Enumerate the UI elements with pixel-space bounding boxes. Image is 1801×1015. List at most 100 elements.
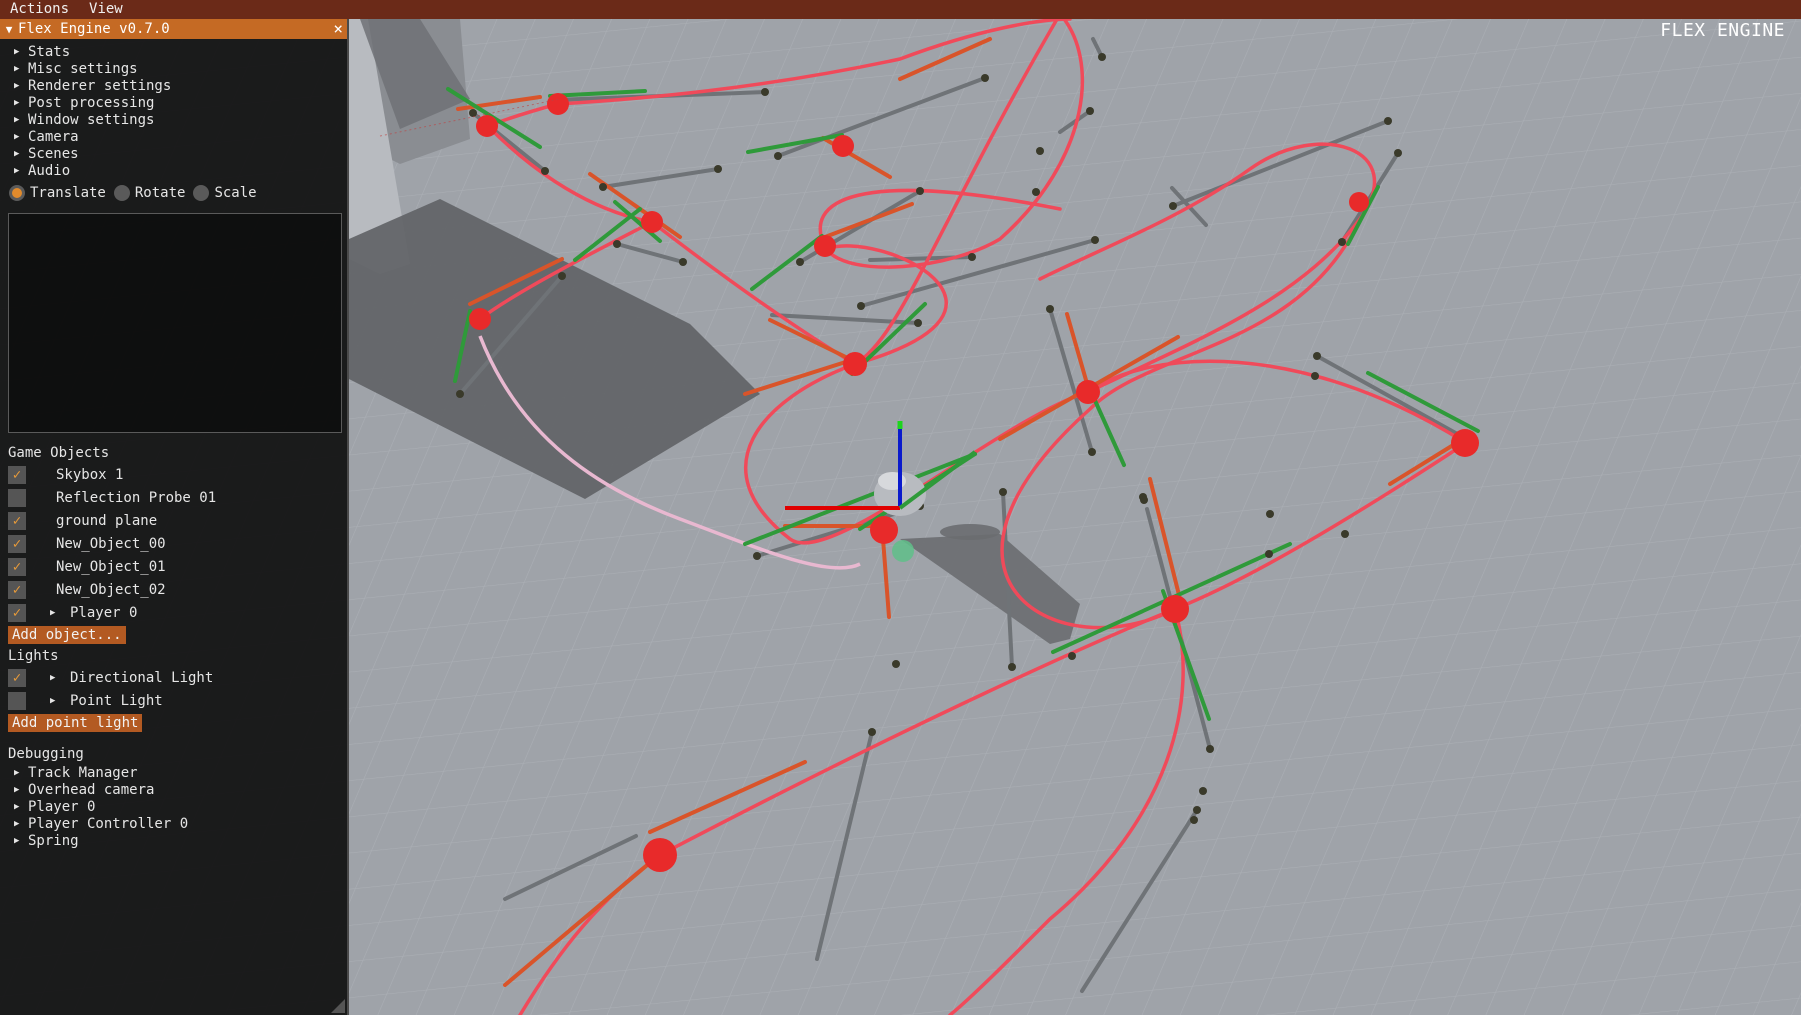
expand-arrow-icon: ▶ bbox=[14, 784, 20, 795]
radio-translate[interactable]: Translate bbox=[9, 185, 106, 201]
object-name[interactable]: New_Object_00 bbox=[56, 536, 166, 552]
section-misc-settings[interactable]: ▶ Misc settings bbox=[14, 60, 347, 77]
close-icon[interactable]: × bbox=[333, 19, 343, 39]
section-window-settings[interactable]: ▶ Window settings bbox=[14, 111, 347, 128]
panel-title: Flex Engine v0.7.0 bbox=[18, 21, 170, 37]
player-indicator bbox=[892, 540, 914, 562]
checkbox-unchecked[interactable] bbox=[8, 488, 26, 507]
panel-title-bar[interactable]: ▼ Flex Engine v0.7.0 × bbox=[0, 19, 347, 39]
section-label: Misc settings bbox=[28, 60, 138, 77]
expand-arrow-icon: ▶ bbox=[14, 165, 20, 176]
section-label: Camera bbox=[28, 128, 79, 145]
expand-arrow-icon: ▶ bbox=[14, 767, 20, 778]
engine-label: FLEX ENGINE bbox=[1660, 20, 1785, 41]
checkbox-checked[interactable]: ✓ bbox=[8, 580, 26, 599]
expand-arrow-icon: ▶ bbox=[14, 63, 20, 74]
expand-arrow-icon: ▶ bbox=[14, 97, 20, 108]
radio-selected-icon bbox=[9, 185, 25, 201]
game-objects-list: ✓ Skybox 1 Reflection Probe 01 ✓ ground pl… bbox=[0, 463, 347, 624]
checkbox-checked[interactable]: ✓ bbox=[8, 465, 26, 484]
debug-track-manager[interactable]: ▶ Track Manager bbox=[14, 764, 347, 781]
menu-view[interactable]: View bbox=[79, 0, 133, 19]
lights-list: ✓ ▶ Directional Light ▶ Point Light bbox=[0, 666, 347, 712]
debug-player-controller-0[interactable]: ▶ Player Controller 0 bbox=[14, 815, 347, 832]
expand-arrow-icon: ▶ bbox=[14, 148, 20, 159]
section-camera[interactable]: ▶ Camera bbox=[14, 128, 347, 145]
list-item: ✓ Skybox 1 bbox=[0, 463, 347, 486]
list-item: ✓ New_Object_00 bbox=[0, 532, 347, 555]
radio-unselected-icon bbox=[113, 185, 130, 201]
list-item: ✓ ground plane bbox=[0, 509, 347, 532]
checkbox-checked[interactable]: ✓ bbox=[8, 668, 26, 687]
section-post-processing[interactable]: ▶ Post processing bbox=[14, 94, 347, 111]
checkbox-unchecked[interactable] bbox=[8, 691, 26, 710]
debugging-title: Debugging bbox=[8, 746, 84, 762]
list-item: ✓ New_Object_02 bbox=[0, 578, 347, 601]
section-label: Scenes bbox=[28, 145, 79, 162]
light-name[interactable]: Point Light bbox=[70, 693, 163, 709]
radio-label: Rotate bbox=[134, 185, 186, 201]
expand-arrow-icon: ▶ bbox=[14, 835, 20, 846]
expand-arrow-icon: ▶ bbox=[14, 114, 20, 125]
debug-overhead-camera[interactable]: ▶ Overhead camera bbox=[14, 781, 347, 798]
object-name[interactable]: Reflection Probe 01 bbox=[56, 490, 216, 506]
section-label: Stats bbox=[28, 43, 71, 60]
list-item: ▶ Point Light bbox=[0, 689, 347, 712]
game-objects-title: Game Objects bbox=[8, 445, 110, 461]
expand-arrow-icon: ▶ bbox=[14, 46, 20, 57]
object-name[interactable]: New_Object_02 bbox=[56, 582, 166, 598]
section-label: Window settings bbox=[28, 111, 155, 128]
checkbox-checked[interactable]: ✓ bbox=[8, 534, 26, 553]
debug-label: Player 0 bbox=[28, 798, 96, 815]
debug-label: Overhead camera bbox=[28, 781, 155, 798]
editor-panel: ▼ Flex Engine v0.7.0 × ▶ Stats ▶ Misc sett… bbox=[0, 19, 349, 1015]
expand-arrow-icon: ▶ bbox=[14, 131, 20, 142]
preview-area bbox=[8, 213, 342, 433]
section-audio[interactable]: ▶ Audio bbox=[14, 162, 347, 179]
debug-player-0[interactable]: ▶ Player 0 bbox=[14, 798, 347, 815]
radio-label: Scale bbox=[214, 185, 257, 201]
list-item: ✓ ▶ Directional Light bbox=[0, 666, 347, 689]
menu-bar: Actions View bbox=[0, 0, 1801, 19]
lights-title: Lights bbox=[8, 648, 59, 664]
list-item: ✓ ▶ Player 0 bbox=[0, 601, 347, 624]
debugging-tree: ▶ Track Manager ▶ Overhead camera ▶ Player … bbox=[0, 764, 347, 849]
settings-tree: ▶ Stats ▶ Misc settings ▶ Renderer settings… bbox=[0, 43, 347, 179]
expand-arrow-icon: ▶ bbox=[14, 818, 20, 829]
light-name[interactable]: Directional Light bbox=[70, 670, 213, 686]
section-renderer-settings[interactable]: ▶ Renderer settings bbox=[14, 77, 347, 94]
object-name[interactable]: ground plane bbox=[56, 513, 157, 529]
radio-scale[interactable]: Scale bbox=[193, 185, 257, 201]
resize-grip-icon[interactable] bbox=[331, 999, 345, 1013]
object-name[interactable]: New_Object_01 bbox=[56, 559, 166, 575]
expand-arrow-icon: ▶ bbox=[14, 80, 20, 91]
object-name[interactable]: Player 0 bbox=[70, 605, 137, 621]
transform-mode-group: Translate Rotate Scale bbox=[0, 181, 347, 205]
section-label: Renderer settings bbox=[28, 77, 172, 94]
radio-rotate[interactable]: Rotate bbox=[113, 185, 186, 201]
object-name[interactable]: Skybox 1 bbox=[56, 467, 123, 483]
debug-label: Player Controller 0 bbox=[28, 815, 189, 832]
expand-arrow-icon: ▶ bbox=[14, 801, 20, 812]
add-point-light-button[interactable]: Add point light bbox=[8, 714, 143, 732]
expand-arrow-icon[interactable]: ▶ bbox=[50, 696, 64, 706]
expand-arrow-icon[interactable]: ▶ bbox=[50, 608, 64, 618]
section-scenes[interactable]: ▶ Scenes bbox=[14, 145, 347, 162]
section-label: Audio bbox=[28, 162, 71, 179]
section-label: Post processing bbox=[28, 94, 155, 111]
checkbox-checked[interactable]: ✓ bbox=[8, 557, 26, 576]
player-shadow-tip bbox=[940, 524, 1000, 540]
checkbox-checked[interactable]: ✓ bbox=[8, 511, 26, 530]
list-item: Reflection Probe 01 bbox=[0, 486, 347, 509]
add-object-button[interactable]: Add object... bbox=[8, 626, 126, 644]
list-item: ✓ New_Object_01 bbox=[0, 555, 347, 578]
debug-spring[interactable]: ▶ Spring bbox=[14, 832, 347, 849]
expand-arrow-icon[interactable]: ▶ bbox=[50, 673, 64, 683]
radio-label: Translate bbox=[30, 185, 106, 201]
debug-label: Track Manager bbox=[28, 764, 138, 781]
section-stats[interactable]: ▶ Stats bbox=[14, 43, 347, 60]
collapse-icon[interactable]: ▼ bbox=[0, 23, 18, 36]
menu-actions[interactable]: Actions bbox=[0, 0, 79, 19]
radio-unselected-icon bbox=[193, 185, 210, 201]
checkbox-checked[interactable]: ✓ bbox=[8, 603, 26, 622]
